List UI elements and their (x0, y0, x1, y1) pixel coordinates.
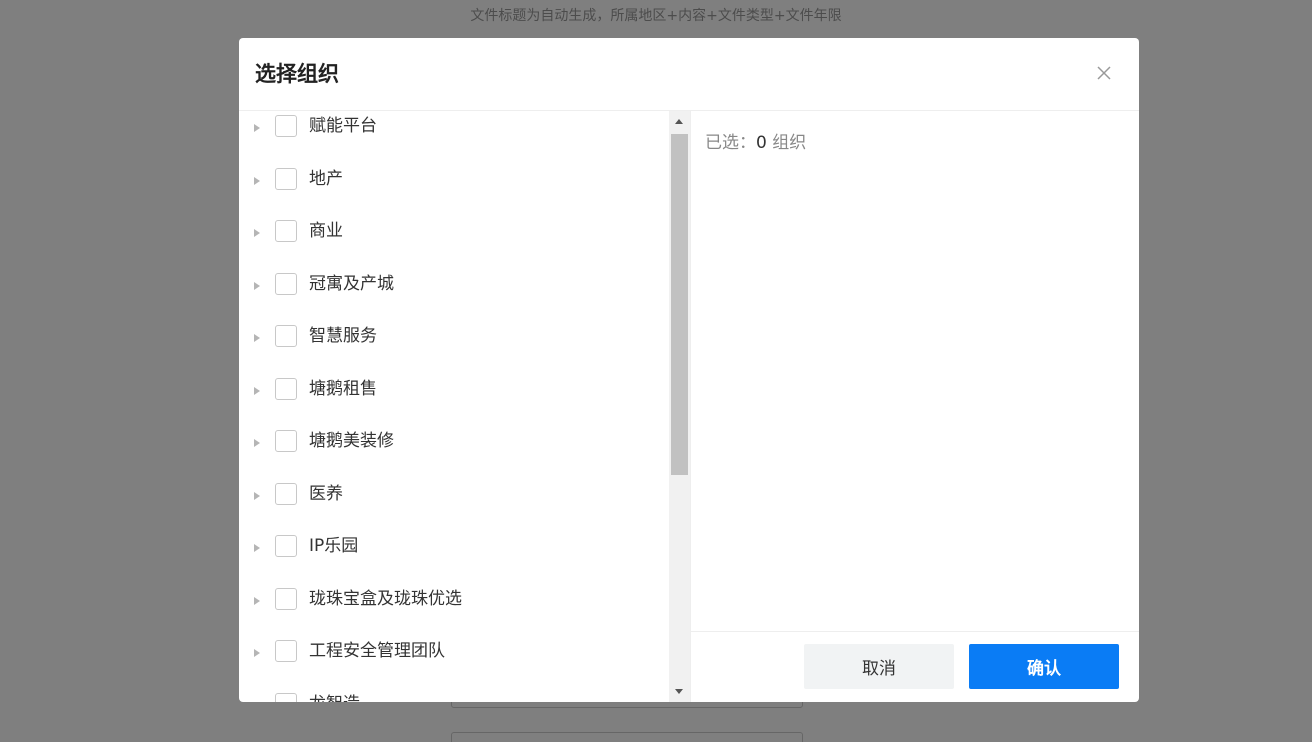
close-icon[interactable] (1095, 64, 1113, 82)
organization-tree-panel: 赋能平台地产商业冠寓及产城智慧服务塘鹅租售塘鹅美装修医养 IP乐园珑珠宝盒及珑珠优… (239, 111, 690, 702)
organization-tree: 赋能平台地产商业冠寓及产城智慧服务塘鹅租售塘鹅美装修医养 IP乐园珑珠宝盒及珑珠优… (239, 111, 669, 702)
tree-item[interactable]: IP乐园 (239, 529, 669, 582)
tree-item-label[interactable]: 商业 (309, 219, 343, 243)
tree-item-label[interactable]: 地产 (309, 167, 343, 191)
expand-arrow-icon[interactable] (254, 649, 260, 657)
scrollbar-thumb[interactable] (671, 134, 688, 475)
tree-item[interactable]: 龙智造 (239, 687, 669, 703)
dialog-header: 选择组织 (239, 38, 1139, 111)
scroll-up-arrow-icon[interactable] (675, 119, 683, 124)
scroll-down-arrow-icon[interactable] (675, 689, 683, 694)
selected-panel: 已选：0 组织 取消 确认 (691, 111, 1139, 702)
tree-item[interactable]: 冠寓及产城 (239, 267, 669, 320)
tree-item-checkbox[interactable] (275, 640, 297, 662)
tree-item-checkbox[interactable] (275, 220, 297, 242)
expand-arrow-icon[interactable] (254, 176, 260, 185)
select-organization-dialog: 选择组织 赋能平台地产商业冠寓及产城智慧服务塘鹅租售塘鹅美装修医养 IP乐园珑珠宝… (239, 38, 1139, 702)
tree-item-label[interactable]: 塘鹅美装修 (309, 429, 394, 453)
tree-item-checkbox[interactable] (275, 482, 297, 505)
tree-item-checkbox[interactable] (275, 430, 297, 452)
dialog-title: 选择组织 (255, 62, 339, 86)
tree-item-label[interactable]: IP乐园 (309, 534, 358, 558)
expand-arrow-icon[interactable] (254, 439, 260, 447)
expand-arrow-icon[interactable] (254, 544, 260, 552)
expand-arrow-icon[interactable] (254, 124, 260, 132)
dialog-footer: 取消 确认 (691, 631, 1139, 702)
expand-arrow-icon[interactable] (254, 596, 260, 605)
tree-item[interactable]: 赋能平台 (239, 111, 669, 162)
expand-arrow-icon[interactable] (254, 491, 260, 500)
tree-item-checkbox[interactable] (275, 377, 297, 400)
tree-item-label[interactable]: 医养 (309, 482, 343, 506)
expand-arrow-icon[interactable] (254, 701, 260, 702)
tree-item-checkbox[interactable] (275, 115, 297, 137)
tree-item-label[interactable]: 塘鹅租售 (309, 377, 377, 401)
tree-item-label[interactable]: 冠寓及产城 (309, 272, 394, 296)
tree-item[interactable]: 珑珠宝盒及珑珠优选 (239, 582, 669, 635)
tree-item-checkbox[interactable] (275, 325, 297, 347)
tree-item[interactable]: 智慧服务 (239, 319, 669, 372)
tree-item-label[interactable]: 智慧服务 (309, 324, 377, 348)
tree-item-checkbox[interactable] (275, 167, 297, 190)
cancel-button[interactable]: 取消 (804, 644, 954, 689)
tree-item-label[interactable]: 龙智造 (309, 692, 360, 703)
tree-item[interactable]: 塘鹅美装修 (239, 424, 669, 477)
confirm-button[interactable]: 确认 (969, 644, 1119, 689)
selected-prefix: 已选： (705, 133, 756, 153)
tree-item-checkbox[interactable] (275, 692, 297, 702)
tree-item[interactable]: 工程安全管理团队 (239, 634, 669, 687)
tree-item[interactable]: 地产 (239, 162, 669, 215)
tree-item[interactable]: 塘鹅租售 (239, 372, 669, 425)
tree-item-checkbox[interactable] (275, 587, 297, 610)
tree-item[interactable]: 商业 (239, 214, 669, 267)
selected-suffix: 组织 (766, 133, 807, 153)
tree-item[interactable]: 医养 (239, 477, 669, 530)
tree-item-checkbox[interactable] (275, 535, 297, 557)
tree-item-label[interactable]: 赋能平台 (309, 114, 377, 138)
expand-arrow-icon[interactable] (254, 229, 260, 237)
tree-scrollbar[interactable] (669, 111, 690, 702)
expand-arrow-icon[interactable] (254, 334, 260, 342)
expand-arrow-icon[interactable] (254, 386, 260, 395)
selected-summary: 已选：0 组织 (705, 131, 806, 155)
tree-item-checkbox[interactable] (275, 272, 297, 295)
tree-item-label[interactable]: 珑珠宝盒及珑珠优选 (309, 587, 462, 611)
selected-count: 0 (756, 133, 767, 153)
expand-arrow-icon[interactable] (254, 281, 260, 290)
tree-item-label[interactable]: 工程安全管理团队 (309, 639, 445, 663)
